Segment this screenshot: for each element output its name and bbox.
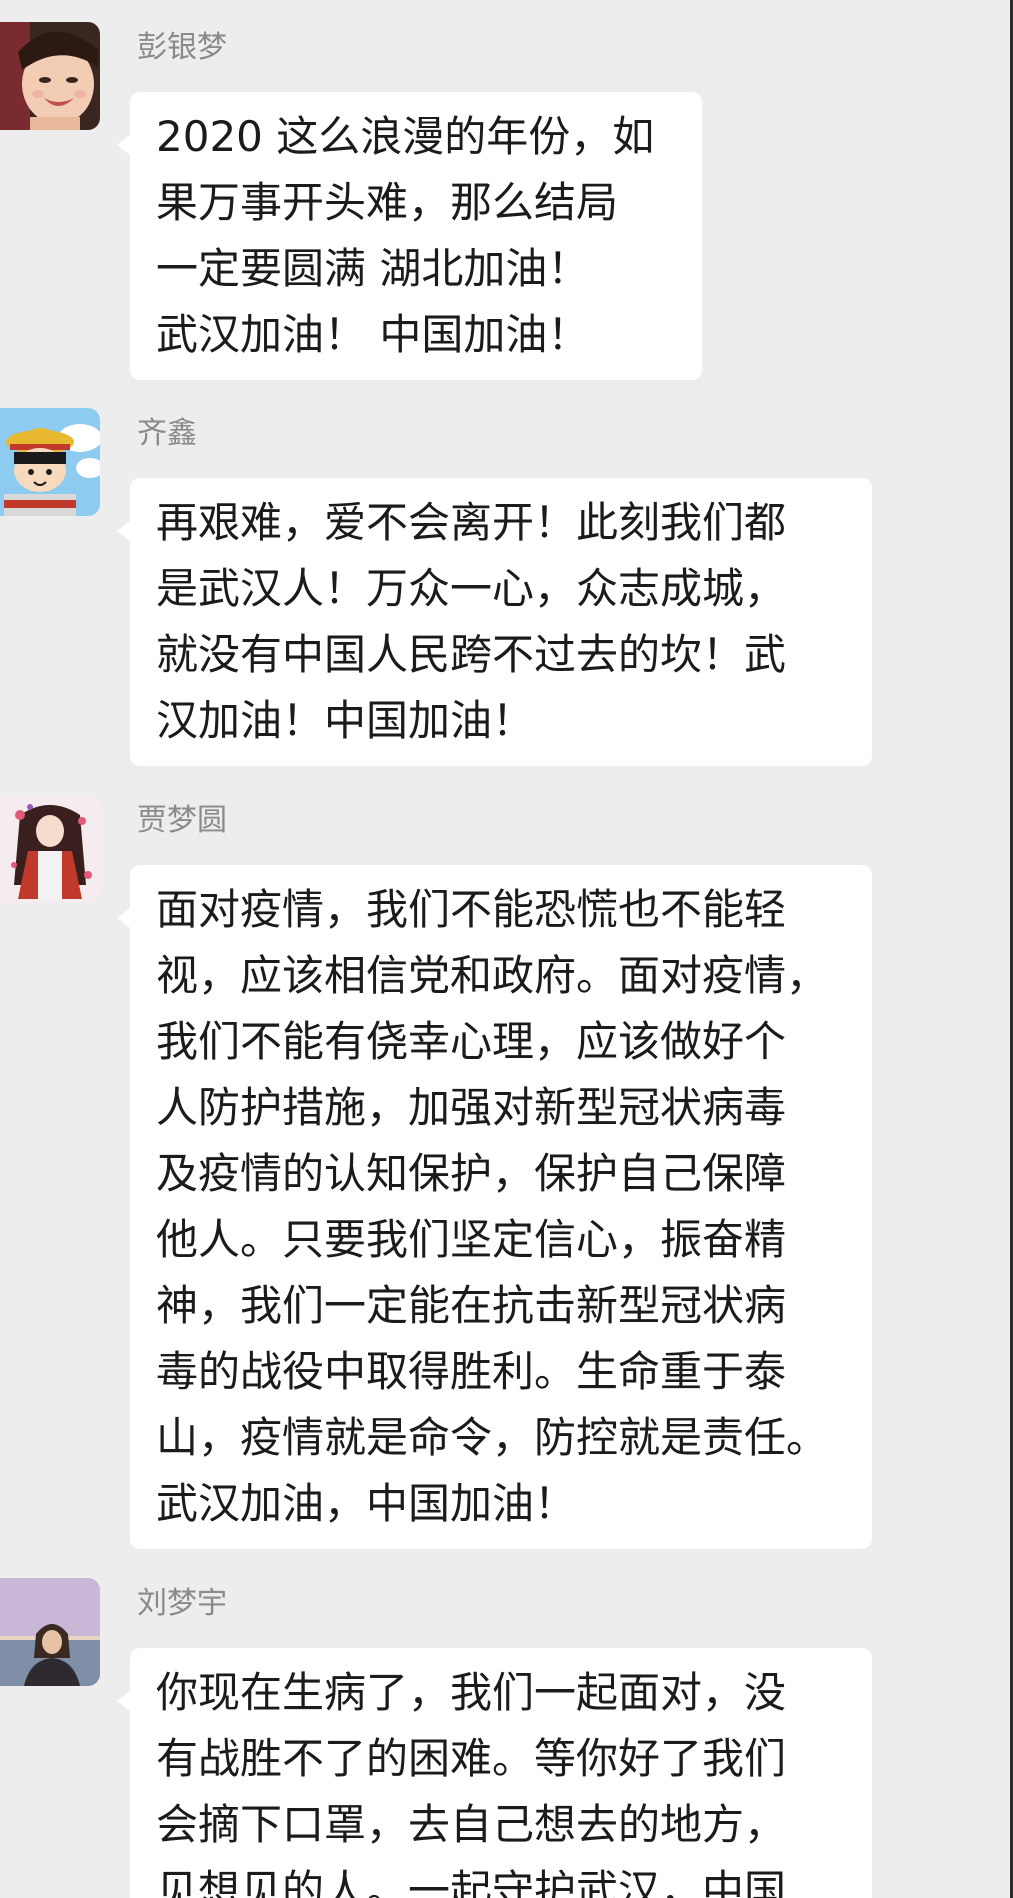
message-bubble[interactable]: 你现在生病了，我们一起面对，没 有战胜不了的困难。等你好了我们 会摘下口罩，去自… <box>117 1648 872 1898</box>
message-bubble[interactable]: 再艰难，爱不会离开！此刻我们都 是武汉人！万众一心，众志成城， 就没有中国人民跨… <box>117 478 872 766</box>
message-text-line: 你现在生病了，我们一起面对，没 <box>156 1668 787 1717</box>
message-text-line: 面对疫情，我们不能恐慌也不能轻 <box>156 885 787 934</box>
message-text-line: 山，疫情就是命令，防控就是责任。 <box>156 1413 829 1462</box>
message-text-line: 有战胜不了的困难。等你好了我们 <box>156 1734 787 1783</box>
sender-name: 贾梦圆 <box>137 803 227 838</box>
sender-name: 齐鑫 <box>137 416 197 451</box>
message-text-line: 神，我们一定能在抗击新型冠状病 <box>156 1281 787 1330</box>
anime-character-avatar-icon <box>0 795 100 903</box>
message-text-line: 视，应该相信党和政府。面对疫情， <box>156 951 829 1000</box>
message-text-line: 武汉加油！ 中国加油！ <box>156 310 590 359</box>
message-text-line: 是武汉人！万众一心，众志成城， <box>156 564 787 613</box>
message-text-line: 毒的战役中取得胜利。生命重于泰 <box>156 1347 787 1396</box>
seaside-portrait-avatar[interactable] <box>0 1578 100 1686</box>
sender-name: 刘梦宇 <box>137 1586 227 1621</box>
girl-photo-avatar[interactable] <box>0 22 100 130</box>
message-text-line: 2020 这么浪漫的年份，如 <box>156 112 655 161</box>
message-text-line: 武汉加油，中国加油！ <box>156 1479 577 1528</box>
message-text-line: 汉加油！中国加油！ <box>156 696 535 745</box>
sender-name: 彭银梦 <box>137 30 227 65</box>
message-text-line: 他人。只要我们坚定信心，振奋精 <box>156 1215 787 1264</box>
cartoon-girl-avatar-icon <box>0 408 100 516</box>
message-text-line: 果万事开头难，那么结局 <box>156 178 619 227</box>
cartoon-girl-avatar[interactable] <box>0 408 100 516</box>
anime-character-avatar[interactable] <box>0 795 100 903</box>
message-text-line: 再艰难，爱不会离开！此刻我们都 <box>156 498 787 547</box>
message-text-line: 就没有中国人民跨不过去的坎！武 <box>156 630 787 679</box>
seaside-portrait-avatar-icon <box>0 1578 100 1686</box>
message-text-line: 见想见的人。一起守护武汉，中国 <box>156 1866 787 1898</box>
message-text-line: 我们不能有侥幸心理，应该做好个 <box>156 1017 787 1066</box>
message-text-line: 人防护措施，加强对新型冠状病毒 <box>156 1083 787 1132</box>
message-text-line: 及疫情的认知保护，保护自己保障 <box>156 1149 787 1198</box>
chat-message-list[interactable]: 彭银梦 2020 这么浪漫的年份，如 果万事开头难，那么结局 一定要圆满 湖北加… <box>0 0 1010 1898</box>
message-text-line: 会摘下口罩，去自己想去的地方， <box>156 1800 787 1849</box>
girl-photo-avatar-icon <box>0 22 100 130</box>
message-bubble[interactable]: 面对疫情，我们不能恐慌也不能轻 视，应该相信党和政府。面对疫情， 我们不能有侥幸… <box>117 865 872 1549</box>
message-bubble[interactable]: 2020 这么浪漫的年份，如 果万事开头难，那么结局 一定要圆满 湖北加油！ 武… <box>117 92 702 380</box>
message-text-line: 一定要圆满 湖北加油！ <box>156 244 590 293</box>
